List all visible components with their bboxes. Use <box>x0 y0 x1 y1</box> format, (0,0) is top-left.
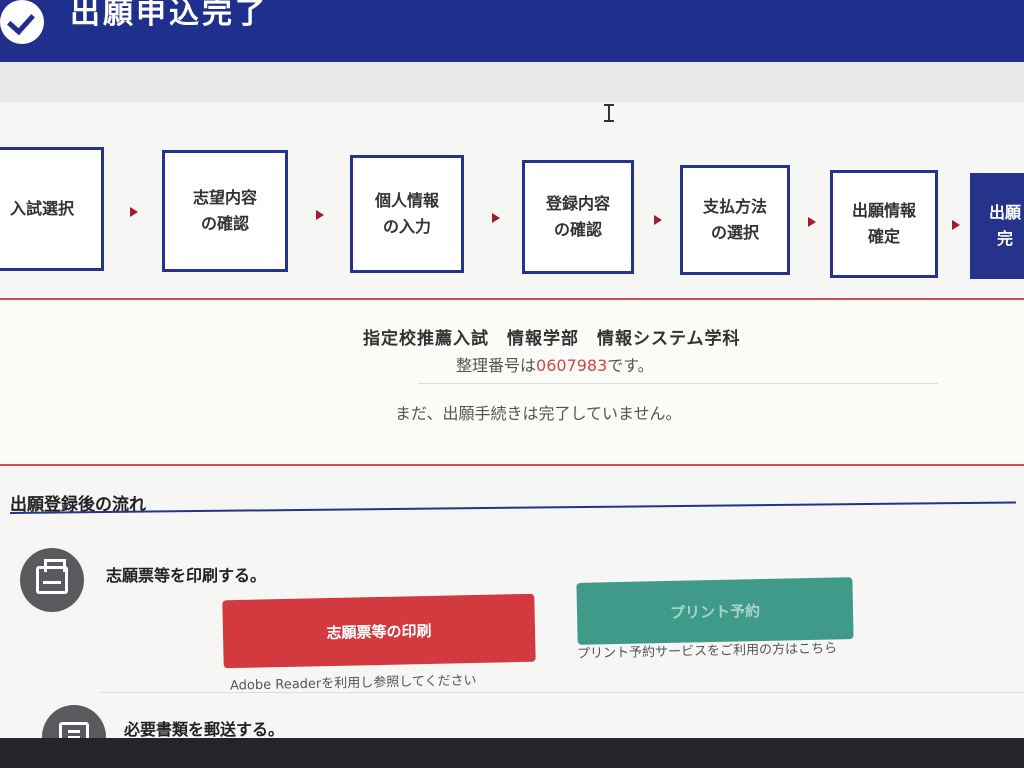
application-notice-box: 指定校推薦入試 情報学部 情報システム学科 整理番号は0607983です。 まだ… <box>0 298 1024 466</box>
print-reservation-button[interactable]: プリント予約 <box>576 577 854 645</box>
exam-department-title: 指定校推薦入試 情報学部 情報システム学科 <box>363 329 741 349</box>
text-cursor-icon <box>604 104 614 122</box>
step-arrow-icon <box>952 220 960 230</box>
print-reservation-note: プリント予約サービスをご利用の方はこちら <box>576 641 838 662</box>
step-exam-selection: 入試選択 <box>0 147 104 271</box>
print-application-button[interactable]: 志願票等の印刷 <box>222 593 536 669</box>
step-arrow-icon <box>316 210 324 220</box>
step-personal-info: 個人情報 の入力 <box>350 155 464 273</box>
flow-row-divider <box>100 692 1024 693</box>
header-shadow-band <box>0 62 1024 102</box>
step-arrow-icon <box>654 215 662 225</box>
printer-icon <box>20 548 84 612</box>
step-arrow-icon <box>492 213 500 223</box>
monitor-bezel <box>0 738 1024 768</box>
page-header: 出願申込完了 <box>0 0 1024 62</box>
step-confirm-preferences: 志望内容 の確認 <box>162 150 288 272</box>
notice-divider <box>418 383 938 384</box>
page-title: 出願申込完了 <box>70 0 268 31</box>
mail-step-label: 必要書類を郵送する。 <box>124 720 285 739</box>
step-payment-method: 支払方法 の選択 <box>680 165 790 275</box>
print-step-label: 志願票等を印刷する。 <box>106 566 267 585</box>
step-arrow-icon <box>130 207 138 217</box>
reference-number-line: 整理番号は0607983です。 <box>456 352 654 376</box>
flow-heading-rule <box>9 501 1016 514</box>
check-circle-icon <box>0 0 44 44</box>
application-complete-page: 出願申込完了 入試選択 志望内容 の確認 個人情報 の入力 登録内容 の確認 支… <box>0 0 1024 760</box>
reference-number: 0607983 <box>536 356 608 375</box>
reference-number-prefix: 整理番号は <box>456 356 537 375</box>
application-status-text: まだ、出願手続きは完了していません。 <box>395 404 682 423</box>
adobe-reader-note: Adobe Readerを利用し参照してください <box>229 673 477 694</box>
reference-number-suffix: です。 <box>607 356 654 375</box>
step-arrow-icon <box>808 217 816 227</box>
step-application-complete: 出願 完 <box>970 173 1024 279</box>
step-confirm-application: 出願情報 確定 <box>830 170 938 278</box>
progress-steps: 入試選択 志望内容 の確認 個人情報 の入力 登録内容 の確認 支払方法 の選択… <box>0 135 1024 285</box>
step-confirm-registration: 登録内容 の確認 <box>522 160 634 274</box>
